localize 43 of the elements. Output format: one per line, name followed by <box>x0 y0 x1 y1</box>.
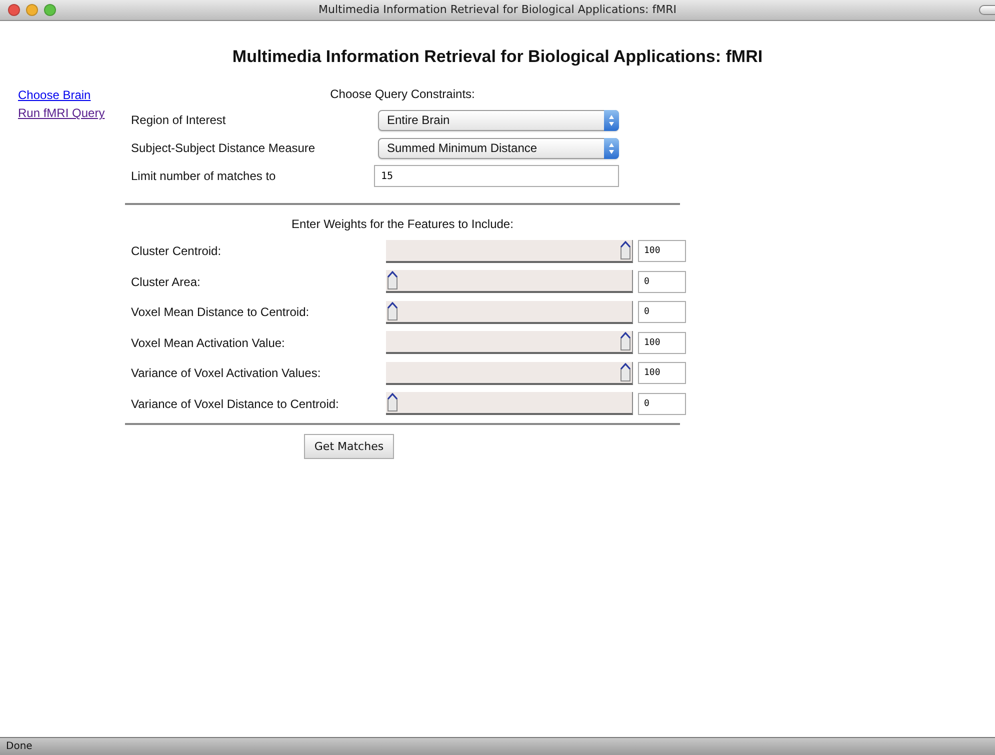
get-matches-button[interactable]: Get Matches <box>304 434 394 459</box>
page-heading: Multimedia Information Retrieval for Biological Applications: fMRI <box>232 47 763 66</box>
nav-link[interactable]: Run fMRI Query <box>18 106 105 120</box>
feature-label: Voxel Mean Activation Value: <box>131 336 286 350</box>
slider-thumb-icon[interactable] <box>387 393 398 412</box>
window-title: Multimedia Information Retrieval for Biological Applications: fMRI <box>318 3 676 16</box>
dropdown[interactable]: Entire Brain <box>378 110 619 130</box>
section-title: Enter Weights for the Features to Include: <box>292 217 514 231</box>
weight-input[interactable]: 100 <box>638 240 686 262</box>
feature-label: Cluster Centroid: <box>131 244 222 258</box>
weight-input[interactable]: 0 <box>638 392 686 415</box>
weight-slider[interactable] <box>386 392 633 416</box>
stepper-arrows-icon <box>604 138 619 158</box>
weight-input[interactable]: 0 <box>638 270 686 293</box>
weight-slider[interactable] <box>386 270 633 294</box>
slider-thumb-icon[interactable] <box>620 362 631 382</box>
field-label: Limit number of matches to <box>131 169 277 183</box>
weight-slider[interactable] <box>386 362 633 385</box>
section-title: Choose Query Constraints: <box>330 87 475 101</box>
weight-input[interactable]: 0 <box>638 301 686 324</box>
field-label: Region of Interest <box>131 113 227 127</box>
toolbar-toggle-icon[interactable] <box>979 5 995 15</box>
feature-label: Variance of Voxel Distance to Centroid: <box>131 396 340 411</box>
slider-thumb-icon[interactable] <box>620 240 631 260</box>
stepper-arrows-icon <box>604 110 619 130</box>
weight-slider[interactable] <box>386 331 633 354</box>
feature-label: Variance of Voxel Activation Values: <box>131 366 322 380</box>
weight-input[interactable]: 100 <box>638 362 686 384</box>
dropdown[interactable]: Summed Minimum Distance <box>378 138 619 158</box>
weight-slider[interactable] <box>386 300 633 324</box>
slider-thumb-icon[interactable] <box>620 332 631 352</box>
feature-label: Cluster Area: <box>131 274 202 289</box>
slider-thumb-icon[interactable] <box>387 302 398 321</box>
weight-input[interactable]: 100 <box>638 332 686 354</box>
zoom-icon[interactable] <box>44 4 56 16</box>
close-icon[interactable] <box>8 4 20 16</box>
input-field[interactable]: 15 <box>374 165 619 187</box>
feature-label: Voxel Mean Distance to Centroid: <box>131 305 310 320</box>
nav-link[interactable]: Choose Brain <box>18 88 91 102</box>
slider-thumb-icon[interactable] <box>387 271 398 290</box>
weight-slider[interactable] <box>386 240 633 263</box>
field-label: Subject-Subject Distance Measure <box>131 141 316 155</box>
status-text: Done <box>6 741 32 752</box>
